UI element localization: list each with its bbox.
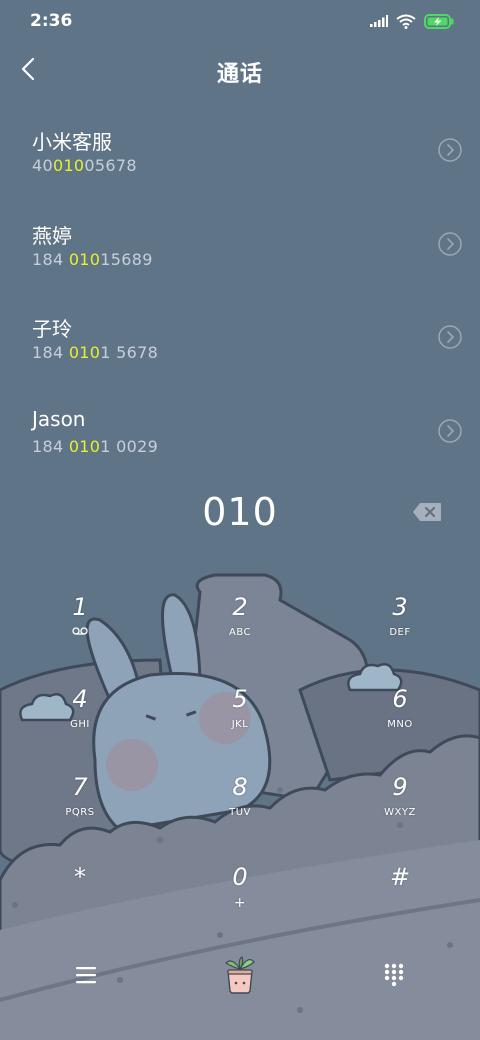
contact-suggestions: 小米客服 4001005678 燕婷 184 01015689 子玲 184 0… (0, 112, 480, 486)
dialed-number: 010 (202, 490, 278, 534)
key-digit: 9 (392, 773, 408, 801)
contact-row[interactable]: 子玲 184 0101 5678 (0, 299, 480, 393)
key-digit: 7 (72, 773, 88, 801)
key-digit: 2 (232, 593, 248, 621)
number-match: 010 (68, 436, 101, 456)
signal-icon (370, 15, 388, 27)
contact-number: 4001005678 (32, 156, 137, 175)
key-letters: JKL (231, 719, 249, 730)
number-suffix: 1 0029 (100, 436, 159, 456)
dialpad-icon (384, 963, 404, 987)
key-letters: TUV (229, 807, 251, 818)
wifi-icon (396, 14, 416, 29)
key-letters: + (233, 895, 247, 911)
key-hash[interactable]: # (320, 862, 480, 950)
contact-name: Jason (32, 406, 86, 431)
chevron-right-circle-icon[interactable] (438, 138, 462, 162)
key-9[interactable]: 9 WXYZ (320, 772, 480, 860)
number-prefix: 184 (32, 436, 69, 456)
key-4[interactable]: 4 GHI (0, 684, 160, 772)
key-digit: 0 (232, 863, 248, 891)
header: 通话 (0, 44, 480, 96)
contact-number: 184 01015689 (32, 250, 153, 269)
voicemail-icon (72, 627, 88, 635)
status-bar: 2:36 (0, 0, 480, 40)
dial-keypad: 1 2 ABC 3 DEF 4 GHI 5 JKL 6 MNO 7 PQRS 8… (0, 592, 480, 932)
number-prefix: 184 (32, 343, 69, 362)
key-letters: MNO (387, 719, 413, 730)
key-6[interactable]: 6 MNO (320, 684, 480, 772)
contact-name: 小米客服 (32, 130, 112, 154)
status-time: 2:36 (30, 11, 73, 31)
key-2[interactable]: 2 ABC (160, 592, 320, 680)
chevron-right-circle-icon[interactable] (438, 231, 462, 256)
menu-button[interactable] (56, 950, 116, 1000)
key-digit: # (389, 863, 411, 891)
key-star[interactable]: * (0, 862, 160, 950)
number-prefix: 184 (32, 249, 69, 269)
plant-pot-icon (225, 956, 255, 994)
key-letters: ABC (228, 627, 251, 638)
key-0[interactable]: 0 + (160, 862, 320, 950)
number-suffix: 15689 (100, 249, 153, 269)
key-digit: 5 (232, 685, 248, 713)
key-letters: DEF (389, 627, 411, 638)
status-icons (370, 12, 454, 30)
page-title: 通话 (216, 62, 263, 87)
chevron-right-circle-icon[interactable] (438, 325, 462, 349)
contact-name: 子玲 (32, 317, 72, 341)
contact-row[interactable]: 燕婷 184 01015689 (0, 206, 480, 300)
dialpad-toggle-button[interactable] (364, 950, 424, 1000)
contact-row[interactable]: Jason 184 0101 0029 (0, 393, 480, 487)
key-letters: GHI (70, 719, 90, 730)
key-8[interactable]: 8 TUV (160, 772, 320, 860)
key-digit: 8 (232, 773, 248, 801)
number-suffix: 05678 (84, 156, 137, 175)
menu-icon (76, 967, 96, 984)
bottom-bar (0, 950, 480, 1000)
number-prefix: 40 (32, 156, 53, 175)
contact-row[interactable]: 小米客服 4001005678 (0, 112, 480, 206)
number-match: 010 (68, 343, 101, 362)
number-suffix: 1 5678 (100, 343, 159, 362)
key-digit: 4 (72, 685, 88, 713)
dial-display: 010 (0, 486, 480, 542)
chevron-right-circle-icon[interactable] (438, 418, 462, 443)
key-digit: 6 (392, 685, 408, 713)
contact-number: 184 0101 0029 (32, 437, 158, 456)
key-digit: * (74, 863, 86, 891)
key-3[interactable]: 3 DEF (320, 592, 480, 680)
key-7[interactable]: 7 PQRS (0, 772, 160, 860)
contact-number: 184 0101 5678 (32, 343, 158, 362)
number-match: 010 (52, 156, 85, 175)
key-letters: PQRS (65, 807, 95, 818)
contact-name: 燕婷 (32, 223, 72, 248)
key-letters: WXYZ (384, 807, 416, 818)
key-digit: 3 (392, 593, 408, 621)
key-5[interactable]: 5 JKL (160, 684, 320, 772)
call-button[interactable] (210, 950, 270, 1000)
key-1[interactable]: 1 (0, 592, 160, 680)
backspace-icon[interactable] (412, 502, 442, 522)
battery-charging-icon (424, 13, 454, 29)
key-digit: 1 (72, 593, 88, 621)
number-match: 010 (68, 249, 101, 269)
